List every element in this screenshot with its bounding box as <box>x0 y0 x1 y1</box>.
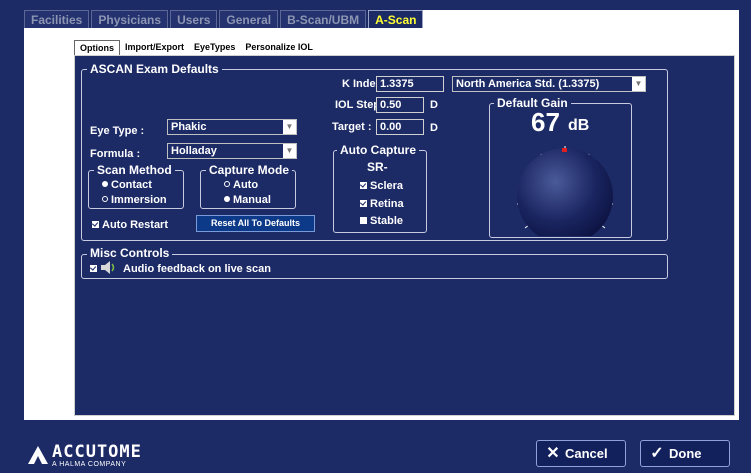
exam-defaults-title: ASCAN Exam Defaults <box>87 63 222 76</box>
tab-bscan-ubm[interactable]: B-Scan/UBM <box>280 10 367 28</box>
cancel-label: Cancel <box>565 446 608 461</box>
main-tab-bar: Facilities Physicians Users General B-Sc… <box>24 10 425 28</box>
capture-mode-auto-label: Auto <box>233 179 259 191</box>
done-label: Done <box>669 446 702 461</box>
radio-unselected-icon <box>102 196 108 202</box>
accutome-logo-icon: ACCUTOME A HALMA COMPANY <box>26 442 156 470</box>
auto-capture-retina-checkbox[interactable]: Retina <box>360 197 404 211</box>
logo-subtext: A HALMA COMPANY <box>52 461 127 468</box>
formula-select[interactable]: Holladay ▼ <box>167 143 297 159</box>
radio-unselected-icon <box>224 181 230 187</box>
cancel-button[interactable]: ✕ Cancel <box>536 440 626 467</box>
eye-type-value: Phakic <box>171 121 207 133</box>
subtab-personalize-iol[interactable]: Personalize IOL <box>240 40 318 55</box>
chevron-down-icon: ▼ <box>283 120 296 134</box>
radio-selected-icon <box>224 196 230 202</box>
check-icon: ✓ <box>650 445 664 462</box>
capture-mode-manual-label: Manual <box>233 194 271 206</box>
chevron-down-icon: ▼ <box>283 144 296 158</box>
subtab-import-export[interactable]: Import/Export <box>120 40 190 55</box>
checkbox-checked-icon <box>92 221 99 228</box>
audio-feedback-label: Audio feedback on live scan <box>123 263 271 275</box>
knob-body[interactable] <box>517 148 613 236</box>
scan-method-immersion-label: Immersion <box>111 194 167 206</box>
scan-method-contact-label: Contact <box>111 179 152 191</box>
k-index-field[interactable]: 1.3375 <box>376 76 444 92</box>
tab-users[interactable]: Users <box>170 10 218 28</box>
subtab-eyetypes[interactable]: EyeTypes <box>189 40 241 55</box>
subtab-options[interactable]: Options <box>74 40 120 55</box>
auto-restart-checkbox[interactable]: Auto Restart <box>92 218 168 232</box>
auto-capture-title: Auto Capture <box>337 144 419 157</box>
logo-mark-icon <box>28 446 48 464</box>
x-icon: ✕ <box>546 445 560 462</box>
checkbox-checked-icon <box>360 182 367 189</box>
scan-method-contact-radio[interactable]: Contact <box>102 178 152 192</box>
auto-capture-mode: SR- <box>367 160 388 174</box>
iol-step-field[interactable]: 0.50 <box>376 97 424 113</box>
checkbox-checked-icon <box>90 265 97 272</box>
tab-facilities[interactable]: Facilities <box>24 10 90 28</box>
tab-general[interactable]: General <box>219 10 279 28</box>
capture-mode-title: Capture Mode <box>206 164 293 177</box>
auto-capture-stable-label: Stable <box>370 215 404 227</box>
gain-unit: dB <box>568 117 590 134</box>
eye-type-label: Eye Type : <box>90 125 145 137</box>
logo-text: ACCUTOME <box>52 442 142 462</box>
reset-defaults-button[interactable]: Reset All To Defaults <box>196 215 315 232</box>
misc-controls-title: Misc Controls <box>87 247 173 260</box>
knob-indicator <box>562 148 567 152</box>
target-field[interactable]: 0.00 <box>376 119 424 135</box>
tab-physicians[interactable]: Physicians <box>91 10 169 28</box>
gain-value: 67 <box>531 107 560 137</box>
k-index-standard-select[interactable]: North America Std. (1.3375) ▼ <box>452 76 646 92</box>
auto-capture-sclera-checkbox[interactable]: Sclera <box>360 179 403 193</box>
checkbox-unchecked-icon <box>360 217 367 224</box>
auto-capture-retina-label: Retina <box>370 198 404 210</box>
formula-label: Formula : <box>90 148 141 160</box>
formula-value: Holladay <box>171 145 217 157</box>
k-index-standard-value: North America Std. (1.3375) <box>456 78 600 90</box>
done-button[interactable]: ✓ Done <box>640 440 730 467</box>
gain-knob[interactable] <box>503 140 619 236</box>
auto-capture-sclera-label: Sclera <box>370 180 404 192</box>
tab-ascan[interactable]: A-Scan <box>368 10 424 28</box>
audio-feedback-checkbox[interactable]: Audio feedback on live scan <box>90 261 271 276</box>
chevron-down-icon: ▼ <box>632 77 645 91</box>
capture-mode-auto-radio[interactable]: Auto <box>224 178 258 192</box>
auto-capture-stable-checkbox[interactable]: Stable <box>360 214 403 228</box>
scan-method-immersion-radio[interactable]: Immersion <box>102 193 167 207</box>
iol-step-unit: D <box>430 99 438 111</box>
speaker-icon <box>101 261 115 274</box>
target-unit: D <box>430 122 438 134</box>
capture-mode-manual-radio[interactable]: Manual <box>224 193 271 207</box>
scan-method-title: Scan Method <box>94 164 175 177</box>
checkbox-checked-icon <box>360 200 367 207</box>
eye-type-select[interactable]: Phakic ▼ <box>167 119 297 135</box>
sub-tab-bar: Options Import/Export EyeTypes Personali… <box>74 40 318 55</box>
radio-selected-icon <box>102 181 108 187</box>
target-label: Target : <box>332 121 372 133</box>
tab-strip-background <box>377 10 739 28</box>
auto-restart-label: Auto Restart <box>102 219 169 231</box>
